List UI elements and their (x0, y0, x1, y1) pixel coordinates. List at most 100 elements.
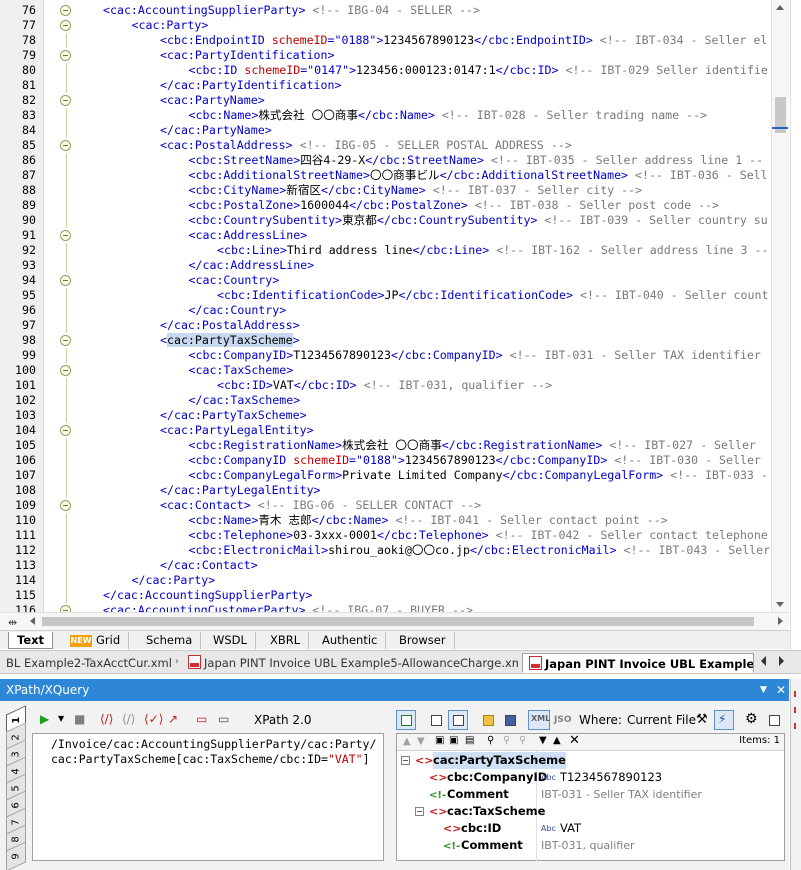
collapse-all-icon[interactable]: ▼ (539, 735, 547, 746)
comment-in-icon[interactable]: ▭ (196, 711, 207, 727)
fold-circle-icon[interactable] (60, 605, 71, 612)
code-line[interactable]: 97 </cac:PostalAddress> (0, 318, 789, 333)
scroll-left-icon[interactable] (30, 617, 35, 625)
doc-tab-example[interactable]: Japan PINT Invoice UBL Example.xml * (522, 653, 754, 673)
code-line[interactable]: 108 </cac:PartyLegalEntity> (0, 483, 789, 498)
code-line[interactable]: 114 </cac:Party> (0, 573, 789, 588)
scroll-down-icon[interactable] (776, 602, 784, 607)
tab-authentic-view[interactable]: Authentic (314, 632, 387, 649)
tab-schema-view[interactable]: Schema (138, 632, 202, 649)
code-line[interactable]: 80 <cbc:ID schemeID="0147">123456:000123:… (0, 63, 789, 78)
xml-mode-toggle[interactable]: XML (528, 710, 550, 730)
find-prev-icon[interactable]: ⚲ (519, 735, 526, 746)
code-line[interactable]: 110 <cbc:Name>青木 志郎</cbc:Name> <!-- IBT-0… (0, 513, 789, 528)
code-line[interactable]: 113 </cac:Contact> (0, 558, 789, 573)
fold-circle-icon[interactable] (60, 365, 71, 376)
xpath-results-pane[interactable]: ▲ ▼ ▣ ▣ ▤ ⚲ ⚲ ⚲ ▼ ▲ ✕ Items: 1 − <> cac:Pa… (396, 733, 785, 861)
code-line[interactable]: 92 <cbc:Line>Third address line</cbc:Line… (0, 243, 789, 258)
code-line[interactable]: 115 </cac:AccountingSupplierParty> (0, 588, 789, 603)
fold-circle-icon[interactable] (60, 275, 71, 286)
code-line[interactable]: 94 <cac:Country> (0, 273, 789, 288)
result-check-icon[interactable] (396, 710, 416, 730)
code-line[interactable]: 88 <cbc:CityName>新宿区</cbc:CityName> <!-- … (0, 183, 789, 198)
copy-icon[interactable]: ▣ (435, 735, 444, 746)
code-line[interactable]: 103 </cac:PartyTaxScheme> (0, 408, 789, 423)
result-row[interactable]: <> cbc:ID Abc VAT (397, 820, 784, 837)
result-row[interactable]: − <> cac:PartyTaxScheme (397, 752, 784, 769)
tab-xbrl-view[interactable]: XBRL (262, 632, 310, 649)
code-line[interactable]: 106 <cbc:CompanyID schemeID="0188">123456… (0, 453, 789, 468)
xpath-version-select[interactable]: XPath 2.0 (248, 710, 416, 730)
editor-horizontal-scrollbar[interactable]: ⇹ (0, 612, 789, 630)
comment-out-icon[interactable]: ▭ (218, 711, 229, 727)
xpath-filter-icon[interactable]: ⟨✓⟩ (144, 711, 163, 727)
run-dropdown-icon[interactable]: ▼ (58, 711, 64, 727)
xml-text-editor[interactable]: 76 <cac:AccountingSupplierParty> <!-- IBG… (0, 0, 789, 612)
tree-collapse-icon[interactable]: − (401, 756, 410, 765)
fold-circle-icon[interactable] (60, 50, 71, 61)
code-line[interactable]: 76 <cac:AccountingSupplierParty> <!-- IBG… (0, 3, 789, 18)
code-line[interactable]: 104 <cac:PartyLegalEntity> (0, 423, 789, 438)
code-line[interactable]: 84 </cac:PartyName> (0, 123, 789, 138)
fold-circle-icon[interactable] (60, 20, 71, 31)
code-line[interactable]: 89 <cbc:PostalZone>1600044</cbc:PostalZon… (0, 198, 789, 213)
where-value-selector[interactable]: Current File (627, 711, 696, 729)
code-line[interactable]: 112 <cbc:ElectronicMail>shirou_aoki@〇〇co.… (0, 543, 789, 558)
code-line[interactable]: 79 <cac:PartyIdentification> (0, 48, 789, 63)
tab-next-icon[interactable] (779, 656, 784, 666)
code-line[interactable]: 98 <cac:PartyTaxScheme> (0, 333, 789, 348)
find-icon[interactable]: ⚲ (487, 735, 494, 746)
code-line[interactable]: 99 <cbc:CompanyID>T1234567890123</cbc:Com… (0, 348, 789, 363)
scroll-up-icon[interactable] (776, 5, 784, 10)
code-line[interactable]: 81 </cac:PartyIdentification> (0, 78, 789, 93)
code-line[interactable]: 85 <cac:PostalAddress> <!-- IBG-05 - SELL… (0, 138, 789, 153)
xpath-builder-icon[interactable]: ⟨/⟩ (100, 711, 113, 727)
code-line[interactable]: 78 <cbc:EndpointID schemeID="0188">123456… (0, 33, 789, 48)
panel-menu-icon[interactable]: ▼ (760, 679, 767, 701)
fold-circle-icon[interactable] (60, 425, 71, 436)
result-text-icon[interactable] (448, 710, 468, 730)
split-handle-icon[interactable]: ⇹ (8, 616, 17, 629)
horizontal-scroll-thumb[interactable] (42, 617, 754, 626)
open-folder-icon[interactable] (478, 710, 498, 730)
fold-circle-icon[interactable] (60, 230, 71, 241)
code-line[interactable]: 86 <cbc:StreetName>四谷4-29-X</cbc:StreetNa… (0, 153, 789, 168)
tools-icon[interactable]: ⚒ (692, 710, 712, 730)
code-line[interactable]: 111 <cbc:Telephone>03-3xxx-0001</cbc:Tele… (0, 528, 789, 543)
play-icon[interactable]: ▶ (40, 711, 49, 727)
layout-icon[interactable] (764, 710, 784, 730)
code-line[interactable]: 91 <cac:AddressLine> (0, 228, 789, 243)
tab-prev-icon[interactable] (761, 656, 766, 666)
code-line[interactable]: 96 </cac:Country> (0, 303, 789, 318)
save-icon[interactable] (500, 710, 520, 730)
fold-circle-icon[interactable] (60, 5, 71, 16)
code-line[interactable]: 83 <cbc:Name>株式会社 〇〇商事</cbc:Name> <!-- IB… (0, 108, 789, 123)
live-update-icon[interactable]: ⚡ (714, 710, 734, 730)
code-line[interactable]: 102 </cac:TaxScheme> (0, 393, 789, 408)
code-line[interactable]: 105 <cbc:RegistrationName>株式会社 〇〇商事</cbc:… (0, 438, 789, 453)
fold-circle-icon[interactable] (60, 95, 71, 106)
json-mode-toggle[interactable]: JSO (554, 711, 571, 729)
code-line[interactable]: 101 <cbc:ID>VAT</cbc:ID> <!-- IBT-031, qu… (0, 378, 789, 393)
doc-tab-example5[interactable]: Japan PINT Invoice UBL Example5-Allowanc… (182, 653, 518, 673)
copy-xml-icon[interactable]: ▤ (465, 735, 474, 746)
copy-all-icon[interactable]: ▣ (449, 735, 458, 746)
expand-all-icon[interactable]: ▲ (553, 735, 561, 746)
find-next-icon[interactable]: ⚲ (503, 735, 510, 746)
gear-icon[interactable]: ⚙ (742, 710, 762, 730)
code-line[interactable]: 109 <cac:Contact> <!-- IBG-06 - SELLER CO… (0, 498, 789, 513)
xpath-expression-editor[interactable]: /Invoice/cac:AccountingSupplierParty/cac… (32, 733, 384, 861)
result-row[interactable]: <!- Comment IBT-031, qualifier (397, 837, 784, 854)
tab-wsdl-view[interactable]: WSDL (205, 632, 256, 649)
code-line[interactable]: 87 <cbc:AdditionalStreetName>〇〇商事ビル</cbc:… (0, 168, 789, 183)
code-line[interactable]: 82 <cac:PartyName> (0, 93, 789, 108)
code-line[interactable]: 95 <cbc:IdentificationCode>JP</cbc:Identi… (0, 288, 789, 303)
fold-circle-icon[interactable] (60, 335, 71, 346)
nav-up-icon[interactable]: ▲ (403, 736, 411, 747)
result-row[interactable]: <!- Comment IBT-031 - Seller TAX identifie… (397, 786, 784, 803)
tab-browser-view[interactable]: Browser (391, 632, 455, 649)
stop-icon[interactable]: ■ (74, 711, 85, 727)
result-row[interactable]: <> cbc:CompanyID Abc T1234567890123 (397, 769, 784, 786)
scroll-right-icon[interactable] (778, 617, 783, 625)
tab-grid-view[interactable]: NEW Grid (62, 632, 130, 649)
